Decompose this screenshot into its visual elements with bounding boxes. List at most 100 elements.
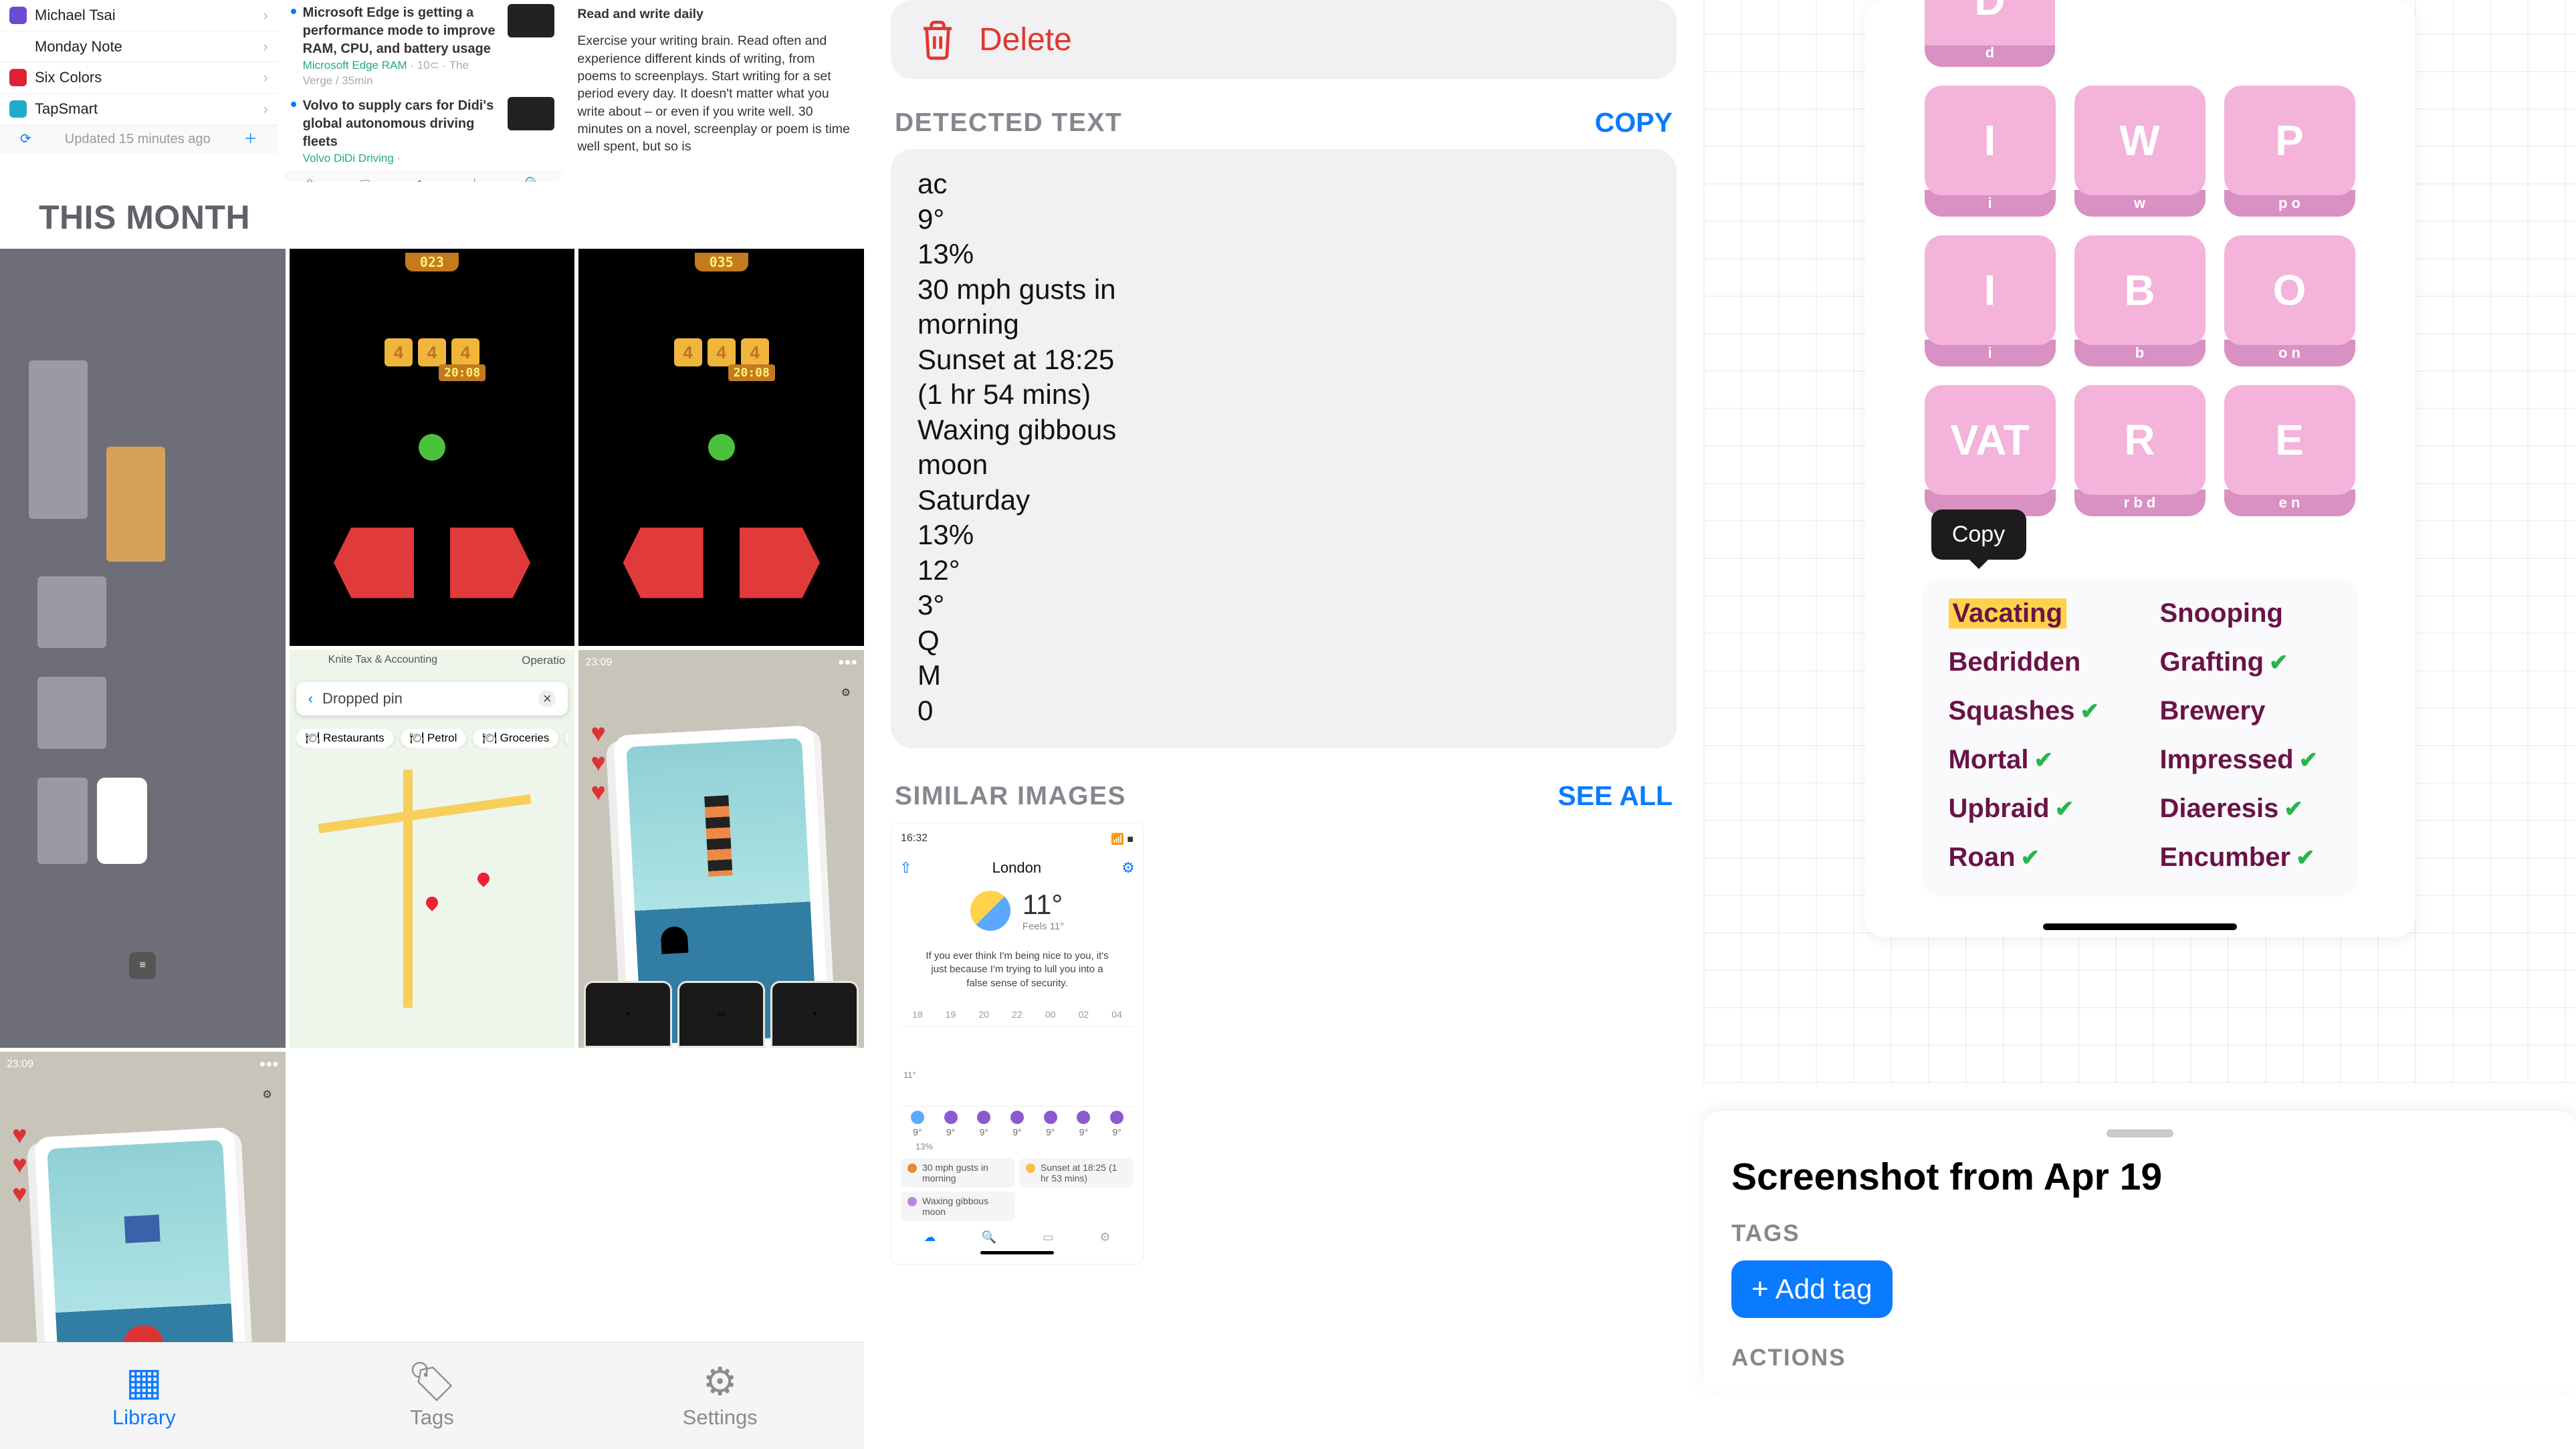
detected-text-content: ac 9° 13% 30 mph gusts in morning Sunset…	[891, 149, 1677, 748]
word-entry[interactable]: Bedridden	[1949, 647, 2120, 677]
check-icon: ✔	[2299, 747, 2319, 774]
delete-button[interactable]: Delete	[891, 0, 1677, 79]
share-icon: ⇧	[899, 859, 911, 877]
gear-icon: ⚙	[262, 1088, 272, 1101]
home-indicator	[2043, 923, 2237, 930]
weather-chip: Sunset at 18:25 (1 hr 53 mins)	[1019, 1158, 1134, 1188]
tags-section-label: TAGS	[1731, 1220, 2548, 1247]
pinball-score: 035	[695, 253, 748, 271]
feed-article[interactable]: Microsoft Edge is getting a performance …	[284, 0, 562, 93]
similar-images-label: SIMILAR IMAGES	[895, 782, 1126, 811]
feed-articles: Microsoft Edge is getting a performance …	[284, 0, 562, 182]
map-chip[interactable]: 🍽 Groceries	[473, 729, 558, 748]
refresh-icon[interactable]: ⟳	[20, 130, 31, 148]
gear-icon: ⚙	[703, 1363, 738, 1402]
delete-label: Delete	[979, 21, 1072, 58]
check-icon: ✔	[2296, 845, 2315, 871]
reader-excerpt: Read and write daily Exercise your writi…	[568, 0, 864, 182]
tab-tags[interactable]: 🏷 Tags	[288, 1343, 576, 1449]
see-all-button[interactable]: SEE ALL	[1558, 780, 1673, 812]
feed-source-item[interactable]: Six Colors›	[0, 62, 278, 94]
trash-icon	[919, 19, 956, 60]
word-entry[interactable]: Brewery	[2160, 696, 2331, 726]
tab-bar: ▦ Library 🏷 Tags ⚙ Settings	[0, 1342, 864, 1449]
tile[interactable]: D d	[1925, 0, 2056, 67]
letter-tile[interactable]: r b d R	[2074, 385, 2206, 516]
reader-body: Exercise your writing brain. Read often …	[577, 32, 855, 155]
word-entry[interactable]: Squashes ✔	[1949, 696, 2120, 726]
cloud-icon: ☁	[924, 1230, 936, 1244]
letter-tile[interactable]: i I	[1925, 86, 2056, 217]
feed-sources: Michael Tsai›Monday Note›Six Colors›TapS…	[0, 0, 278, 182]
gear-icon: ⚙	[1100, 1230, 1111, 1244]
gear-icon: ⚙	[841, 686, 851, 699]
letter-tile[interactable]: o n O	[2224, 235, 2355, 366]
copy-button[interactable]: COPY	[1595, 107, 1673, 138]
check-icon: ✔	[2021, 845, 2040, 871]
word-entry[interactable]: Mortal ✔	[1949, 745, 2120, 775]
check-icon: ✔	[2034, 747, 2054, 774]
thumb-pinball-1[interactable]: 023 444 20:08	[290, 249, 575, 646]
section-this-month: THIS MONTH	[0, 186, 864, 249]
letter-tile[interactable]: b B	[2074, 235, 2206, 366]
weather-icon	[970, 891, 1010, 931]
thumb-cards-1[interactable]: 23:09●●● ⚙ ♥♥♥ •∞•	[578, 650, 864, 1047]
letter-tile[interactable]: p o P	[2224, 86, 2355, 217]
weather-chip: 30 mph gusts in morning	[901, 1158, 1015, 1188]
check-icon: ✔	[2055, 796, 2074, 822]
tag-icon: 🏷	[407, 1363, 457, 1402]
feed-source-item[interactable]: Michael Tsai›	[0, 0, 278, 31]
feed-area: Michael Tsai›Monday Note›Six Colors›TapS…	[0, 0, 864, 186]
feed-source-item[interactable]: TapSmart›	[0, 94, 278, 125]
plus-icon[interactable]: ＋	[244, 130, 257, 148]
word-entry[interactable]: Grafting ✔	[2160, 647, 2331, 677]
similar-image-weather[interactable]: 16:32📶 ■ ⇧London⚙ 11°Feels 11° If you ev…	[891, 822, 1144, 1264]
actions-section-label: ACTIONS	[1731, 1345, 2548, 1371]
add-tag-button[interactable]: + Add tag	[1731, 1260, 1893, 1318]
thumb-map[interactable]: Operatio Knite Tax & Accounting ‹ Droppe…	[290, 650, 575, 1047]
right-panel: D d i I w W p o P i I b B o n O VAT r b …	[1703, 0, 2576, 1449]
search-icon: 🔍	[982, 1230, 996, 1244]
word-entry[interactable]: Roan ✔	[1949, 843, 2120, 873]
grabber[interactable]	[2107, 1129, 2173, 1137]
feed-article[interactable]: Volvo to supply cars for Didi's global a…	[284, 93, 562, 171]
tab-settings[interactable]: ⚙ Settings	[576, 1343, 864, 1449]
copy-tooltip[interactable]: Copy	[1931, 510, 2026, 560]
word-game-preview: D d i I w W p o P i I b B o n O VAT r b …	[1703, 0, 2576, 1083]
book-icon: ▭	[1043, 1230, 1054, 1244]
reader-title: Read and write daily	[577, 5, 855, 23]
sheet-title: Screenshot from Apr 19	[1731, 1155, 2548, 1199]
plus-icon: +	[1751, 1272, 1769, 1306]
word-list: Vacating Snooping Bedridden Grafting ✔ Squas…	[1922, 578, 2358, 897]
screenshot-sheet: Screenshot from Apr 19 TAGS + Add tag AC…	[1703, 1110, 2576, 1391]
library-icon: ▦	[126, 1363, 163, 1402]
letter-tile[interactable]: w W	[2074, 86, 2206, 217]
feed-source-item[interactable]: Monday Note›	[0, 31, 278, 63]
pinball-score: 023	[405, 253, 459, 271]
word-entry[interactable]: Impressed ✔	[2160, 745, 2331, 775]
word-entry[interactable]: Diaeresis ✔	[2160, 794, 2331, 824]
word-entry[interactable]: Vacating	[1949, 598, 2067, 629]
check-icon: ✔	[2284, 796, 2303, 822]
detected-text-label: DETECTED TEXT	[895, 108, 1122, 138]
thumb-puzzle[interactable]: ≡	[0, 249, 286, 1048]
word-entry[interactable]: Upbraid ✔	[1949, 794, 2120, 824]
map-chip[interactable]: 🍽 Restaurants	[296, 729, 394, 748]
thumb-pinball-2[interactable]: 035 444 20:08	[578, 249, 864, 646]
letter-tile[interactable]: VAT	[1925, 385, 2056, 516]
tab-library[interactable]: ▦ Library	[0, 1343, 288, 1449]
check-icon: ✔	[2080, 698, 2099, 725]
letter-tile[interactable]: i I	[1925, 235, 2056, 366]
word-entry[interactable]: Snooping	[2160, 598, 2331, 629]
letter-tile[interactable]: e n E	[2224, 385, 2355, 516]
library-panel: Michael Tsai›Monday Note›Six Colors›TapS…	[0, 0, 864, 1449]
map-chip[interactable]: 🍽 Coffee	[565, 729, 568, 748]
map-search[interactable]: ‹ Dropped pin ×	[296, 682, 568, 715]
gear-icon: ⚙	[1121, 859, 1135, 877]
weather-chip: Waxing gibbous moon	[901, 1192, 1015, 1221]
thumbnail-grid: ≡ 023 444 20:08 035 444 20:08	[0, 249, 864, 1449]
check-icon: ✔	[2269, 649, 2288, 676]
map-chip[interactable]: 🍽 Petrol	[401, 729, 467, 748]
detail-panel: Delete DETECTED TEXT COPY ac 9° 13% 30 m…	[864, 0, 1703, 1449]
word-entry[interactable]: Encumber ✔	[2160, 843, 2331, 873]
